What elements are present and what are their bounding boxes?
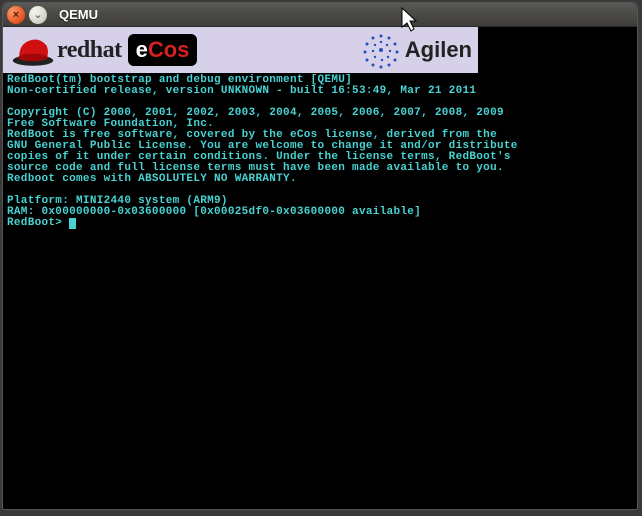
- boot-line: Non-certified release, version UNKNOWN -…: [7, 85, 476, 97]
- close-button[interactable]: ×: [7, 6, 25, 24]
- prompt: RedBoot>: [7, 217, 69, 229]
- agilent-burst-icon: [361, 30, 401, 70]
- minimize-icon: ⌄: [33, 8, 42, 21]
- ecos-c: C: [148, 37, 164, 63]
- minimize-button[interactable]: ⌄: [29, 6, 47, 24]
- qemu-window: × ⌄ QEMU redhat eCos: [2, 2, 638, 510]
- ecos-e: e: [136, 37, 148, 63]
- agilent-text: Agilen: [405, 37, 472, 63]
- redhat-logo: redhat: [9, 32, 122, 68]
- agilent-logo: Agilen: [361, 30, 472, 70]
- ecos-os: os: [164, 37, 190, 63]
- close-icon: ×: [13, 9, 19, 21]
- redhat-text: redhat: [57, 37, 122, 64]
- window-title: QEMU: [59, 7, 98, 22]
- terminal-output[interactable]: RedBoot(tm) bootstrap and debug environm…: [3, 73, 637, 229]
- terminal-cursor: [69, 218, 76, 229]
- redhat-hat-icon: [9, 32, 57, 68]
- boot-line: Redboot comes with ABSOLUTELY NO WARRANT…: [7, 173, 297, 185]
- boot-banner: redhat eCos: [3, 27, 478, 73]
- titlebar[interactable]: × ⌄ QEMU: [3, 3, 637, 27]
- ecos-logo: eCos: [128, 34, 198, 66]
- window-content: redhat eCos: [3, 27, 637, 509]
